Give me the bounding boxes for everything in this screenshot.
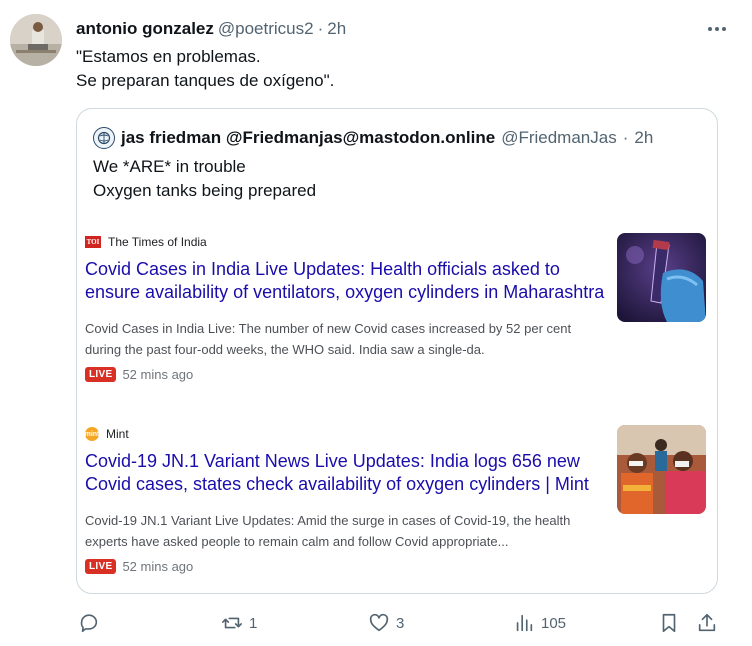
news-headline[interactable]: Covid-19 JN.1 Variant News Live Updates:…	[85, 450, 605, 496]
tweet-text-line: Se preparan tanques de oxígeno".	[76, 71, 335, 90]
news-headline[interactable]: Covid Cases in India Live Updates: Healt…	[85, 258, 605, 304]
quote-avatar[interactable]	[93, 127, 115, 149]
quote-header: jas friedman @Friedmanjas@mastodon.onlin…	[93, 125, 653, 151]
news-card[interactable]: mint Mint Covid-19 JN.1 Variant News Liv…	[85, 426, 605, 574]
news-age: 52 mins ago	[122, 559, 194, 574]
news-meta: LIVE 52 mins ago	[85, 367, 605, 382]
news-age: 52 mins ago	[122, 367, 194, 382]
news-thumbnail[interactable]	[617, 233, 706, 322]
mint-logo-icon: mint	[85, 427, 99, 441]
live-badge: LIVE	[85, 559, 117, 574]
share-icon	[698, 613, 716, 632]
live-badge: LIVE	[85, 367, 117, 382]
tweet-header: antonio gonzalez @poetricus2 · 2h	[76, 18, 346, 40]
author-name[interactable]: antonio gonzalez	[76, 19, 214, 39]
retweet-count: 1	[249, 614, 258, 632]
news-snippet: Covid-19 JN.1 Variant Live Updates: Amid…	[85, 513, 571, 549]
quote-text-line: Oxygen tanks being prepared	[93, 181, 317, 200]
bookmark-button[interactable]	[658, 608, 680, 638]
views-count: 105	[541, 614, 567, 632]
separator-dot: ·	[317, 19, 324, 38]
news-source: TOI The Times of India	[85, 234, 605, 250]
like-count: 3	[396, 614, 405, 632]
news-card[interactable]: TOI The Times of India Covid Cases in In…	[85, 234, 605, 382]
retweet-button[interactable]: 1	[221, 608, 257, 638]
toi-logo-icon: TOI	[85, 236, 101, 248]
quote-author-handle: @FriedmanJas	[501, 128, 617, 147]
news-thumbnail[interactable]	[617, 425, 706, 514]
separator-dot: ·	[622, 128, 629, 147]
author-handle[interactable]: @poetricus2	[218, 19, 314, 39]
quote-author-name[interactable]: jas friedman @Friedmanjas@mastodon.onlin…	[121, 128, 495, 148]
heart-icon	[369, 613, 389, 632]
share-button[interactable]	[696, 608, 718, 638]
reply-icon	[80, 614, 98, 633]
like-button[interactable]: 3	[368, 608, 404, 638]
reply-button[interactable]	[78, 608, 100, 638]
views-icon	[516, 614, 533, 632]
quote-timestamp: 2h	[634, 128, 654, 147]
news-meta: LIVE 52 mins ago	[85, 559, 605, 574]
bookmark-icon	[662, 613, 676, 633]
timestamp[interactable]: 2h	[327, 19, 346, 39]
tweet-text-line: "Estamos en problemas.	[76, 47, 261, 66]
quote-text: We *ARE* in trouble Oxygen tanks being p…	[93, 155, 316, 203]
views-button[interactable]: 105	[513, 608, 566, 638]
action-bar: 1 3 105	[76, 608, 726, 638]
quoted-post[interactable]: jas friedman @Friedmanjas@mastodon.onlin…	[76, 108, 718, 594]
news-source-name: The Times of India	[108, 235, 207, 249]
retweet-icon	[222, 617, 242, 629]
news-snippet: Covid Cases in India Live: The number of…	[85, 321, 572, 357]
tweet-text: "Estamos en problemas. Se preparan tanqu…	[76, 45, 716, 93]
news-source: mint Mint	[85, 426, 605, 442]
more-options-icon[interactable]	[702, 18, 732, 40]
avatar[interactable]	[10, 14, 62, 66]
news-source-name: Mint	[106, 427, 129, 441]
quote-text-line: We *ARE* in trouble	[93, 157, 246, 176]
